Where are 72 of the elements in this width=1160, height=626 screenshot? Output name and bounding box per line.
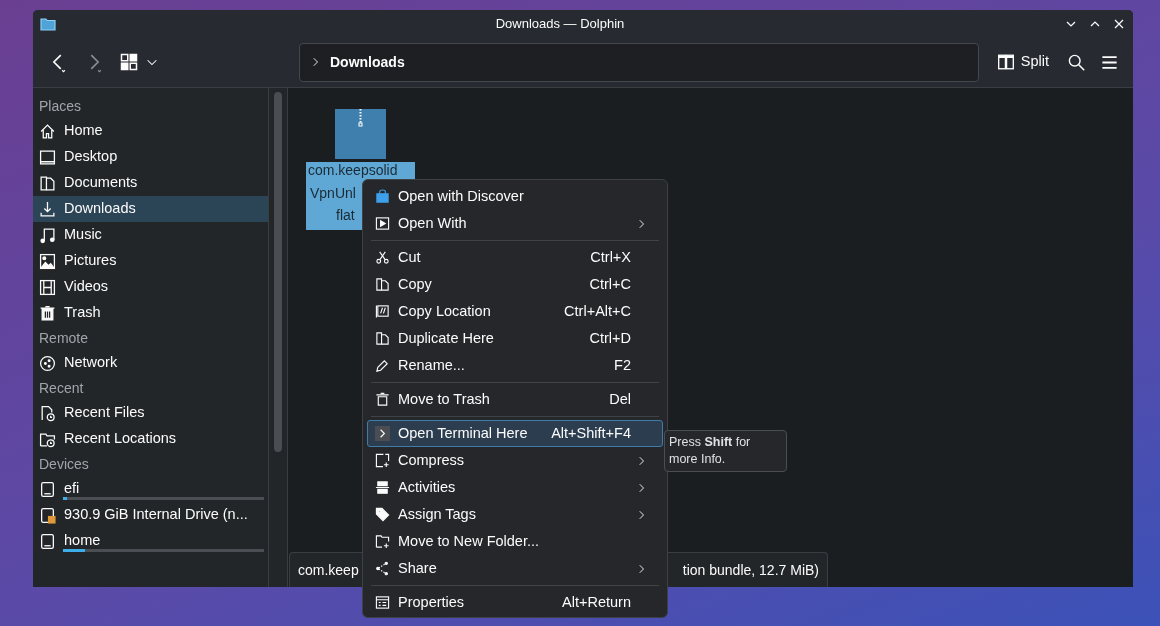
picture-icon bbox=[39, 252, 56, 270]
place-item[interactable]: Network bbox=[33, 350, 268, 376]
grid-icon bbox=[119, 52, 139, 72]
compress-icon bbox=[375, 453, 390, 468]
properties-icon bbox=[375, 595, 390, 610]
drive-icon bbox=[39, 480, 56, 498]
section-heading: Places bbox=[38, 97, 83, 116]
split-view-icon bbox=[996, 53, 1015, 71]
copy-location-icon bbox=[375, 304, 390, 319]
menu-item[interactable]: Assign Tags bbox=[367, 501, 663, 528]
trash-icon bbox=[375, 392, 390, 407]
place-item[interactable]: Documents bbox=[33, 170, 268, 196]
place-item[interactable]: Recent Locations bbox=[33, 426, 268, 452]
recent-file-icon bbox=[39, 404, 56, 422]
scrollbar[interactable] bbox=[268, 88, 288, 587]
scissors-icon bbox=[375, 250, 390, 265]
section-heading: Devices bbox=[38, 455, 90, 474]
place-item[interactable]: efi bbox=[33, 476, 268, 502]
place-item[interactable]: Recent Files bbox=[33, 400, 268, 426]
window-title: Downloads — Dolphin bbox=[494, 14, 626, 33]
tag-icon bbox=[375, 507, 390, 522]
drive-icon bbox=[39, 532, 56, 550]
section-heading: Recent bbox=[38, 379, 85, 398]
activities-icon bbox=[375, 480, 390, 495]
download-icon bbox=[39, 200, 56, 218]
place-item[interactable]: Home bbox=[33, 118, 268, 144]
split-button[interactable]: Split bbox=[992, 47, 1053, 77]
pencil-icon bbox=[375, 358, 390, 373]
copy-icon bbox=[375, 331, 390, 346]
document-icon bbox=[39, 174, 56, 192]
menu-item[interactable]: Cut Ctrl+X bbox=[367, 244, 663, 271]
menu-item[interactable]: Activities bbox=[367, 474, 663, 501]
film-icon bbox=[39, 278, 56, 296]
scrollbar-thumb[interactable] bbox=[274, 92, 282, 452]
share-icon bbox=[375, 561, 390, 576]
menu-item[interactable]: Copy Ctrl+C bbox=[367, 271, 663, 298]
folder-icon bbox=[39, 15, 57, 32]
network-icon bbox=[39, 354, 56, 372]
terminal-icon bbox=[375, 426, 390, 441]
place-item[interactable]: Pictures bbox=[33, 248, 268, 274]
play-icon bbox=[375, 216, 390, 231]
place-item[interactable]: Downloads bbox=[33, 196, 268, 222]
menu-item[interactable]: Properties Alt+Return bbox=[367, 589, 663, 616]
drive-icon bbox=[39, 506, 56, 524]
place-item[interactable]: 930.9 GiB Internal Drive (n... bbox=[33, 502, 268, 528]
desktop-icon bbox=[39, 148, 56, 166]
search-icon bbox=[1067, 52, 1086, 72]
tooltip: Press Shift for more Info. bbox=[664, 430, 787, 472]
place-item[interactable]: Videos bbox=[33, 274, 268, 300]
location-bar[interactable]: Downloads bbox=[299, 42, 979, 82]
home-icon bbox=[39, 122, 56, 140]
status-text: com.keep bbox=[298, 560, 359, 580]
place-item[interactable]: Music bbox=[33, 222, 268, 248]
new-folder-icon bbox=[375, 534, 390, 549]
menu-item[interactable]: Compress bbox=[367, 447, 663, 474]
breadcrumb[interactable]: Downloads bbox=[330, 51, 405, 73]
menu-item[interactable]: Rename... F2 bbox=[367, 352, 663, 379]
status-text: tion bundle, 12.7 MiB) bbox=[682, 560, 819, 580]
place-item[interactable]: Trash bbox=[33, 300, 268, 326]
menu-item[interactable]: Move to Trash Del bbox=[367, 386, 663, 413]
place-item[interactable]: home bbox=[33, 528, 268, 554]
menu-item[interactable]: Open Terminal Here Alt+Shift+F4 bbox=[367, 420, 663, 447]
menu-item[interactable]: Share bbox=[367, 555, 663, 582]
menu-item[interactable]: Copy Location Ctrl+Alt+C bbox=[367, 298, 663, 325]
section-heading: Remote bbox=[38, 329, 90, 348]
music-note-icon bbox=[39, 226, 56, 244]
place-item[interactable]: Desktop bbox=[33, 144, 268, 170]
menu-item[interactable]: Duplicate Here Ctrl+D bbox=[367, 325, 663, 352]
copy-icon bbox=[375, 277, 390, 292]
trash-icon bbox=[39, 304, 56, 322]
store-bag-icon bbox=[375, 189, 390, 204]
menu-item[interactable]: Move to New Folder... bbox=[367, 528, 663, 555]
